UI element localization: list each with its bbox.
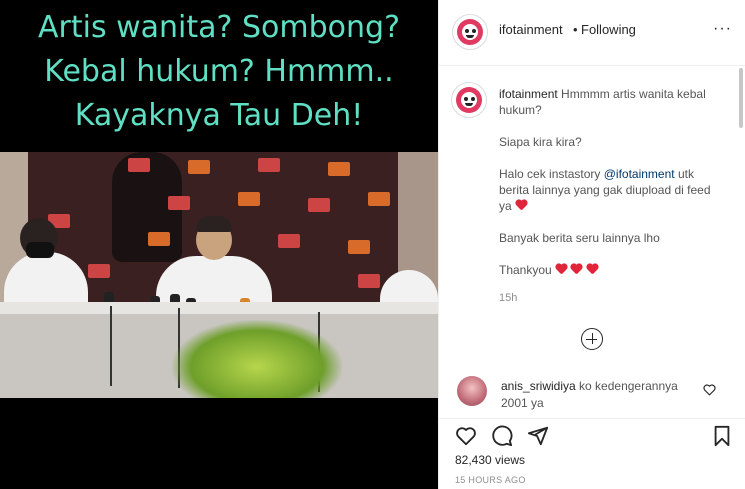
view-count[interactable]: 82,430 views xyxy=(455,453,525,467)
header-username[interactable]: ifotainment xyxy=(499,22,563,37)
heart-icon[interactable] xyxy=(455,425,477,447)
red-heart-emoji-icon xyxy=(570,264,582,275)
press-conference-frame xyxy=(0,152,438,398)
video-headline: Artis wanita? Sombong? Kebal hukum? Hmmm… xyxy=(0,6,438,138)
caption-line-4: Banyak berita seru lainnya lho xyxy=(499,231,660,245)
follow-status-button[interactable]: Following xyxy=(581,22,636,37)
caption-section: ifotainment Hmmmm artis wanita kebal huk… xyxy=(439,66,745,362)
caption-text: ifotainment Hmmmm artis wanita kebal huk… xyxy=(499,86,719,294)
flower-arrangement xyxy=(172,320,342,398)
red-heart-emoji-icon xyxy=(515,200,527,211)
headline-line-2: Kebal hukum? Hmmm.. xyxy=(44,54,394,89)
caption-story-suffix: utk xyxy=(677,167,694,181)
comment-text: anis_sriwidiya ko kedengerannya 2001 ya xyxy=(501,378,701,412)
comment-username[interactable]: anis_sriwidiya xyxy=(501,379,576,393)
caption-line-5: Thankyou xyxy=(499,263,552,277)
caption-story-prefix: Halo cek instastory xyxy=(499,167,601,181)
caption-username[interactable]: ifotainment xyxy=(499,87,558,101)
post-media-video[interactable]: Artis wanita? Sombong? Kebal hukum? Hmmm… xyxy=(0,0,438,489)
comment-icon[interactable] xyxy=(491,425,513,447)
add-comments-icon[interactable] xyxy=(581,328,603,350)
mention-link[interactable]: @ifotainment xyxy=(604,167,675,181)
caption-line-3: berita lainnya yang gak diupload di feed… xyxy=(499,183,711,213)
headline-line-1: Artis wanita? Sombong? xyxy=(38,10,400,45)
headline-line-3: Kayaknya Tau Deh! xyxy=(74,98,364,133)
more-options-icon[interactable]: ··· xyxy=(713,21,732,37)
bookmark-icon[interactable] xyxy=(711,425,733,447)
profile-avatar[interactable] xyxy=(452,14,488,50)
share-icon[interactable] xyxy=(527,425,549,447)
action-bar xyxy=(439,418,745,448)
post-panel: ifotainment • Following ··· ifotainment … xyxy=(438,0,745,489)
commenter-avatar[interactable] xyxy=(457,376,487,406)
like-comment-heart-icon[interactable] xyxy=(703,384,716,396)
header-separator: • xyxy=(573,22,578,37)
post-time-ago: 15 HOURS AGO xyxy=(455,475,526,485)
red-heart-emoji-icon xyxy=(586,264,598,275)
red-heart-emoji-icon xyxy=(555,264,567,275)
caption-avatar[interactable] xyxy=(451,82,487,118)
comments-scrollbar[interactable] xyxy=(739,68,743,128)
post-header: ifotainment • Following ··· xyxy=(439,0,745,66)
comment-item: anis_sriwidiya ko kedengerannya 2001 ya xyxy=(439,368,745,418)
caption-timestamp: 15h xyxy=(499,292,518,304)
caption-line-2: Siapa kira kira? xyxy=(499,135,582,149)
